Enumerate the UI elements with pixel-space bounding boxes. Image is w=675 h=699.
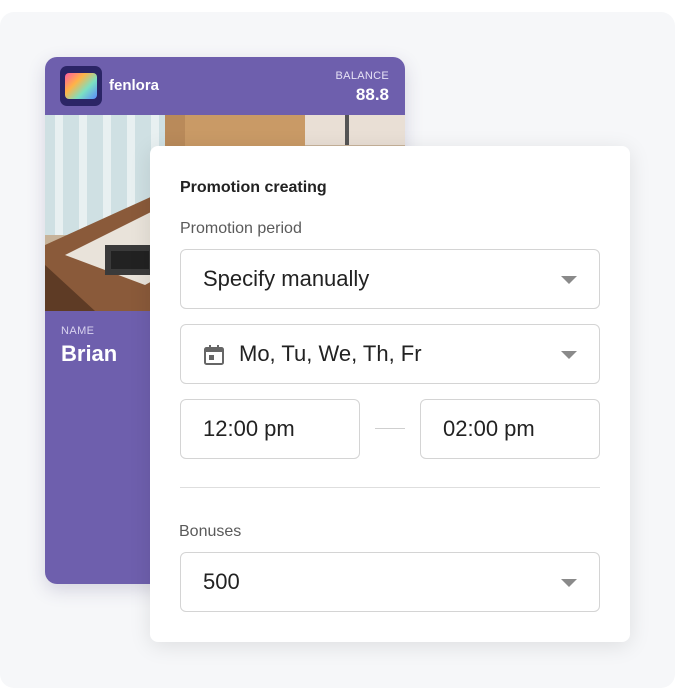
chevron-down-icon <box>561 276 577 284</box>
name-label: NAME <box>61 325 95 337</box>
promotion-period-select[interactable]: Specify manually <box>180 249 600 309</box>
card-header: fenlora BALANCE 88.8 <box>45 57 405 115</box>
promotion-period-label: Promotion period <box>180 220 302 237</box>
balance-label: BALANCE <box>335 70 389 82</box>
calendar-icon <box>204 345 224 365</box>
time-range-separator <box>375 428 405 429</box>
section-divider <box>180 487 600 488</box>
weekdays-select[interactable]: Mo, Tu, We, Th, Fr <box>180 324 600 384</box>
promotion-period-value: Specify manually <box>203 266 370 291</box>
start-time-value: 12:00 pm <box>203 416 295 441</box>
app-logo-icon <box>60 66 102 106</box>
chevron-down-icon <box>561 351 577 359</box>
bonuses-select[interactable]: 500 <box>180 552 600 612</box>
start-time-input[interactable]: 12:00 pm <box>180 399 360 459</box>
balance-value: 88.8 <box>355 85 389 104</box>
bonuses-label: Bonuses <box>179 523 242 540</box>
name-value: Brian <box>61 341 118 366</box>
bonuses-value: 500 <box>203 569 240 594</box>
logo-gradient <box>65 73 97 99</box>
end-time-value: 02:00 pm <box>443 416 535 441</box>
brand-name: fenlora <box>109 77 160 94</box>
promotion-form-panel: Promotion creating Promotion period Spec… <box>150 146 630 642</box>
form-title: Promotion creating <box>180 179 327 196</box>
chevron-down-icon <box>561 579 577 587</box>
end-time-input[interactable]: 02:00 pm <box>420 399 600 459</box>
